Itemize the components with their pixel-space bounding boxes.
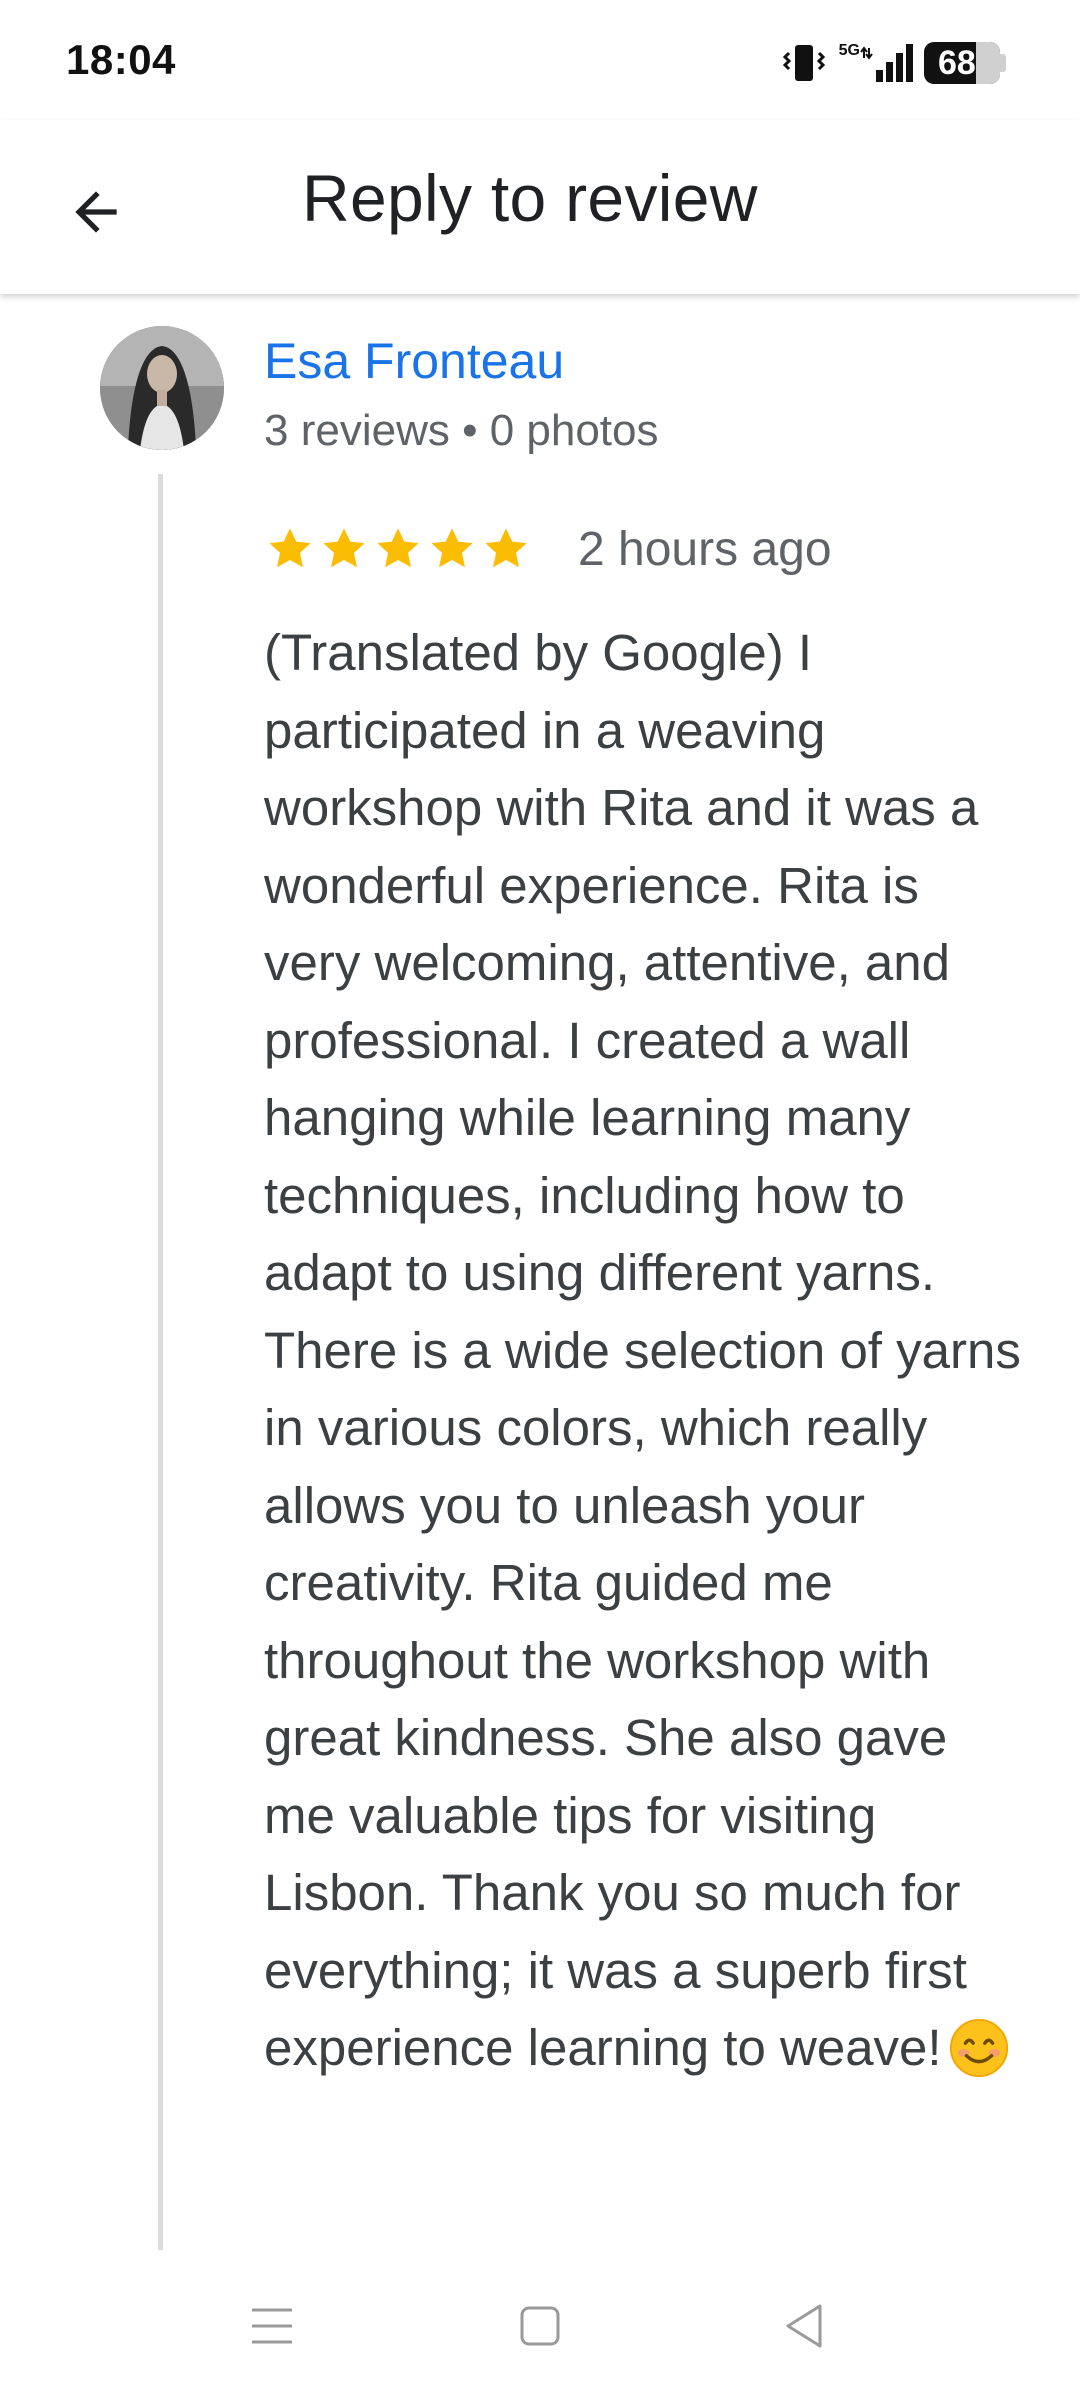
screen: 18:04 5G 68 Reply to review Esa Fronteau…: [0, 0, 1080, 2400]
review-time: 2 hours ago: [578, 522, 832, 576]
star-icon: [485, 528, 527, 568]
reviewer-avatar[interactable]: [100, 326, 224, 450]
back-triangle-icon: [786, 2304, 822, 2348]
status-time: 18:04: [66, 36, 176, 83]
vibrate-icon: [782, 45, 825, 81]
back-button[interactable]: [48, 164, 144, 260]
app-bar: Reply to review: [0, 120, 1080, 294]
star-rating: [264, 523, 534, 575]
smiling-face-icon: [949, 2018, 1008, 2077]
page-title: Reply to review: [302, 161, 758, 235]
star-icon: [269, 528, 311, 568]
system-nav-bar: [0, 2250, 1080, 2400]
avatar-photo: [100, 326, 224, 450]
review-text-body: (Translated by Google) I participated in…: [264, 624, 1021, 2076]
recent-apps-button[interactable]: [224, 2278, 320, 2374]
battery-empty-portion: [975, 42, 1000, 84]
star-icon: [323, 528, 365, 568]
home-button[interactable]: [492, 2278, 588, 2374]
reviewer-name[interactable]: Esa Fronteau: [264, 332, 564, 390]
rating-row: 2 hours ago: [264, 514, 832, 584]
arrow-back-icon: [75, 191, 117, 233]
battery-indicator: 68: [924, 42, 1000, 84]
signal-icon: [860, 44, 913, 82]
status-bar: 18:04 5G 68: [0, 0, 1080, 120]
status-icons: 5G 68: [781, 40, 1006, 86]
thread-line: [158, 474, 163, 2250]
battery-level: 68: [938, 44, 976, 82]
menu-icon: [252, 2308, 292, 2344]
network-type-label: 5G: [838, 42, 860, 59]
star-icon: [377, 528, 419, 568]
star-icon: [431, 528, 473, 568]
review-content: Esa Fronteau 3 reviews • 0 photos 2 hour…: [0, 294, 1080, 2250]
home-square-icon: [520, 2306, 560, 2346]
reviewer-meta: 3 reviews • 0 photos: [264, 406, 659, 455]
battery-tip: [1000, 54, 1006, 72]
review-text: (Translated by Google) I participated in…: [264, 614, 1024, 2087]
nav-back-button[interactable]: [756, 2278, 852, 2374]
